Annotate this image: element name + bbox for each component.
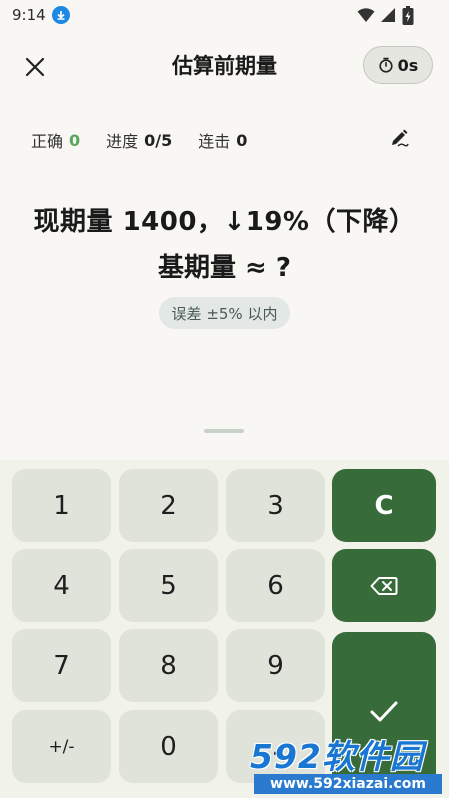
check-icon (370, 701, 398, 722)
key-sign-toggle[interactable]: +/- (12, 710, 111, 783)
key-3[interactable]: 3 (226, 469, 325, 542)
stat-correct-value: 0 (69, 130, 81, 150)
stat-streak: 连击 0 (198, 128, 247, 152)
timer-chip[interactable]: 0s (363, 46, 433, 84)
stat-correct: 正确 0 (31, 128, 80, 152)
backspace-button[interactable] (332, 549, 436, 622)
stat-streak-label: 连击 (198, 132, 231, 151)
stat-progress: 进度 0/5 (106, 128, 172, 152)
key-5[interactable]: 5 (119, 549, 218, 622)
stat-progress-label: 进度 (106, 132, 139, 151)
key-6[interactable]: 6 (226, 549, 325, 622)
stat-correct-label: 正确 (31, 132, 64, 151)
key-0[interactable]: 0 (119, 710, 218, 783)
wifi-icon (357, 8, 375, 22)
question-text: 现期量 1400，↓19%（下降） (33, 207, 416, 237)
key-8[interactable]: 8 (119, 629, 218, 702)
tolerance-badge: 误差 ±5% 以内 (159, 297, 290, 329)
clear-button[interactable]: C (332, 469, 436, 542)
key-4[interactable]: 4 (12, 549, 111, 622)
stopwatch-icon (379, 57, 393, 73)
question-prompt: 基期量 ≈ ? (158, 253, 291, 283)
backspace-icon (370, 576, 398, 595)
download-icon (52, 6, 70, 24)
watermark-brand: 592软件园 (250, 737, 424, 776)
watermark: 592软件园 www.592xiazai.com (244, 722, 449, 798)
key-9[interactable]: 9 (226, 629, 325, 702)
watermark-url: www.592xiazai.com (254, 774, 442, 794)
screen: 9:14 估算前期量 0s 正确 0 进度 0/5 连击 0 现期量 1400，… (0, 0, 449, 798)
key-1[interactable]: 1 (12, 469, 111, 542)
signal-icon (381, 8, 395, 22)
key-7[interactable]: 7 (12, 629, 111, 702)
status-time: 9:14 (12, 6, 46, 24)
stat-streak-value: 0 (236, 130, 248, 150)
stat-progress-value: 0/5 (144, 130, 173, 150)
status-bar: 9:14 (0, 0, 449, 32)
keypad-drag-handle[interactable] (204, 429, 244, 433)
key-2[interactable]: 2 (119, 469, 218, 542)
timer-value: 0s (397, 55, 419, 75)
battery-icon (402, 6, 414, 25)
draw-edit-icon[interactable] (389, 128, 409, 148)
stats-row: 正确 0 进度 0/5 连击 0 (31, 128, 273, 152)
